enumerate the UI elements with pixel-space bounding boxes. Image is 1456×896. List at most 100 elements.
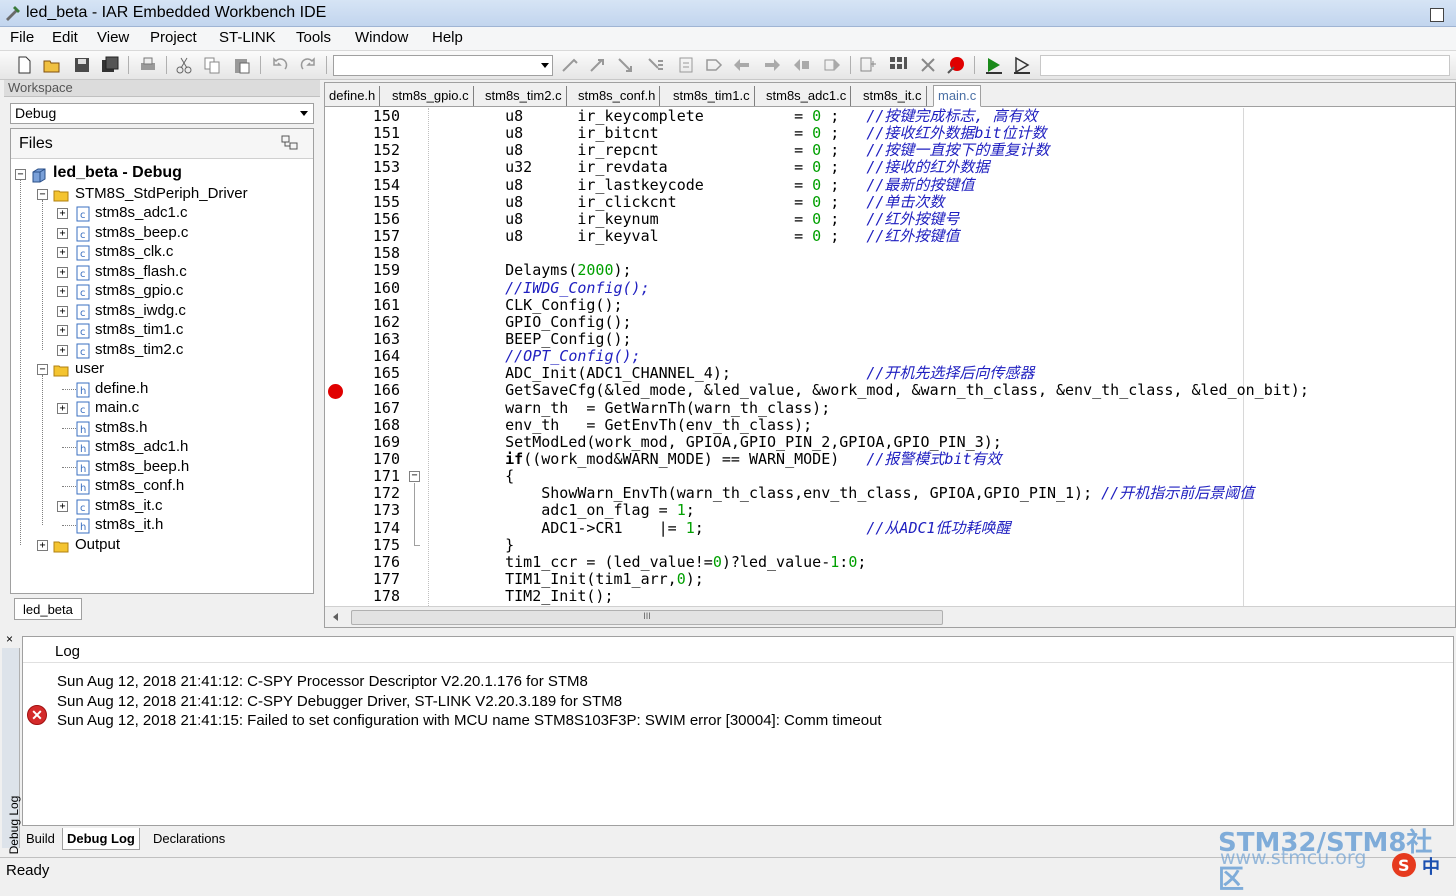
menu-edit[interactable]: Edit <box>52 29 78 46</box>
tree-folder-output[interactable]: + Output <box>11 536 311 555</box>
tree-file[interactable]: + c stm8s_beep.c <box>11 224 311 243</box>
tree-file[interactable]: + c stm8s_flash.c <box>11 263 311 282</box>
collapse-icon[interactable]: − <box>37 364 48 375</box>
tree-folder-user[interactable]: − user <box>11 360 311 379</box>
tree-file[interactable]: + c stm8s_iwdg.c <box>11 302 311 321</box>
tab-define-h[interactable]: define.h <box>325 86 381 106</box>
tree-file[interactable]: + c stm8s_tim1.c <box>11 321 311 340</box>
tree-file[interactable]: + c stm8s_clk.c <box>11 243 311 262</box>
navigate-icon[interactable] <box>704 55 724 75</box>
breakpoint-icon[interactable] <box>328 384 343 399</box>
scroll-thumb[interactable]: III <box>351 610 943 625</box>
stop-build-icon[interactable] <box>918 55 938 75</box>
debug-without-download-icon[interactable] <box>1012 55 1032 75</box>
code-segment: BEEP_Config(); <box>469 329 632 348</box>
make-icon[interactable] <box>822 55 842 75</box>
restore-button[interactable] <box>1430 8 1444 22</box>
tab-stm8s-tim2-c[interactable]: stm8s_tim2.c <box>481 86 567 106</box>
tree-file[interactable]: h stm8s_it.h <box>11 516 311 535</box>
tree-file[interactable]: h stm8s_beep.h <box>11 458 311 477</box>
ime-sogou-icon[interactable]: S 中 <box>1390 851 1452 879</box>
code-area[interactable]: 150 u8 ir_keycomplete = 0 ; //按键完成标志, 高有… <box>325 108 1455 606</box>
tree-file[interactable]: + c stm8s_gpio.c <box>11 282 311 301</box>
save-all-icon[interactable] <box>100 55 120 75</box>
options-icon[interactable] <box>281 135 299 151</box>
tab-declarations[interactable]: Declarations <box>149 828 229 850</box>
next-bookmark-icon[interactable] <box>588 55 608 75</box>
undo-icon[interactable] <box>270 55 290 75</box>
menu-help[interactable]: Help <box>432 29 463 46</box>
tab-stm8s-adc1-c[interactable]: stm8s_adc1.c <box>762 86 852 106</box>
menu-tools[interactable]: Tools <box>296 29 331 46</box>
code-segment: TIM1_Init(tim1_arr,0); <box>469 570 704 589</box>
tab-stm8s-gpio-c[interactable]: stm8s_gpio.c <box>388 86 474 106</box>
copy-icon[interactable] <box>202 55 222 75</box>
fold-collapse-icon[interactable]: − <box>409 471 420 482</box>
menu-window[interactable]: Window <box>355 29 408 46</box>
breakpoints-grid-icon[interactable] <box>888 55 908 75</box>
expand-icon[interactable]: + <box>57 286 68 297</box>
back-arrow-icon[interactable] <box>732 55 752 75</box>
expand-icon[interactable]: + <box>57 305 68 317</box>
code-segment: Delayms(2000); <box>469 261 632 280</box>
close-icon[interactable]: × <box>6 632 13 646</box>
chevron-down-icon[interactable] <box>541 63 549 68</box>
print-icon[interactable] <box>138 55 158 75</box>
expand-icon[interactable]: + <box>57 266 68 278</box>
forward-arrow-icon[interactable] <box>762 55 782 75</box>
log-side-tab[interactable]: Debug Log <box>2 648 21 854</box>
cut-icon[interactable] <box>174 55 194 75</box>
expand-icon[interactable]: + <box>57 247 68 258</box>
tree-folder-driver[interactable]: − STM8S_StdPeriph_Driver <box>11 185 311 204</box>
configuration-select[interactable]: Debug <box>10 103 314 124</box>
find-in-files-icon[interactable] <box>646 55 666 75</box>
download-and-debug-icon[interactable] <box>984 55 1004 75</box>
expand-icon[interactable]: + <box>57 500 68 512</box>
scroll-left-icon[interactable] <box>333 613 338 621</box>
build-icon[interactable] <box>792 55 812 75</box>
h-file-icon: h <box>75 421 90 437</box>
expand-icon[interactable]: + <box>57 208 68 219</box>
compile-icon[interactable] <box>858 55 878 75</box>
expand-icon[interactable]: + <box>57 227 68 239</box>
template-icon[interactable] <box>676 55 696 75</box>
redo-icon[interactable] <box>298 55 318 75</box>
paste-icon[interactable] <box>232 55 252 75</box>
workspace-tab[interactable]: led_beta <box>14 598 82 620</box>
expand-icon[interactable]: + <box>57 344 68 356</box>
toggle-breakpoint-icon[interactable] <box>946 55 966 75</box>
tree-file[interactable]: h stm8s_adc1.h <box>11 438 311 457</box>
chevron-down-icon[interactable] <box>300 111 308 116</box>
save-icon[interactable] <box>72 55 92 75</box>
code-text: u8 ir_repcnt = 0 ; //按键一直按下的重复计数 <box>469 142 1049 159</box>
expand-icon[interactable]: + <box>57 403 68 414</box>
horizontal-scrollbar[interactable]: III <box>325 606 1455 627</box>
expand-icon[interactable]: + <box>57 325 68 336</box>
tab-stm8s-it-c[interactable]: stm8s_it.c <box>859 86 927 106</box>
tree-file[interactable]: + c stm8s_adc1.c <box>11 204 311 223</box>
tab-main-c[interactable]: main.c <box>933 85 982 107</box>
tree-file[interactable]: + c stm8s_it.c <box>11 497 311 516</box>
menu-view[interactable]: View <box>97 29 129 46</box>
menu-file[interactable]: File <box>10 29 34 46</box>
menu-st-link[interactable]: ST-LINK <box>219 29 276 46</box>
collapse-icon[interactable]: − <box>15 169 26 180</box>
tree-file[interactable]: h stm8s.h <box>11 419 311 438</box>
tree-file[interactable]: + c main.c <box>11 399 311 418</box>
tab-stm8s-conf-h[interactable]: stm8s_conf.h <box>574 86 661 106</box>
new-file-icon[interactable] <box>14 55 34 75</box>
tree-file[interactable]: h define.h <box>11 380 311 399</box>
find-combo[interactable] <box>333 55 553 76</box>
tree-file[interactable]: h stm8s_conf.h <box>11 477 311 496</box>
menu-project[interactable]: Project <box>150 29 197 46</box>
tree-file[interactable]: + c stm8s_tim2.c <box>11 341 311 360</box>
tab-debug-log[interactable]: Debug Log <box>62 828 140 850</box>
toggle-bookmark-icon[interactable] <box>560 55 580 75</box>
tree-root-project[interactable]: − led_beta - Debug <box>11 164 311 184</box>
expand-icon[interactable]: + <box>37 539 48 551</box>
tab-stm8s-tim1-c[interactable]: stm8s_tim1.c <box>669 86 755 106</box>
collapse-icon[interactable]: − <box>37 188 48 200</box>
tab-build[interactable]: Build <box>22 828 59 850</box>
go-to-icon[interactable] <box>616 55 636 75</box>
open-folder-icon[interactable] <box>42 55 62 75</box>
